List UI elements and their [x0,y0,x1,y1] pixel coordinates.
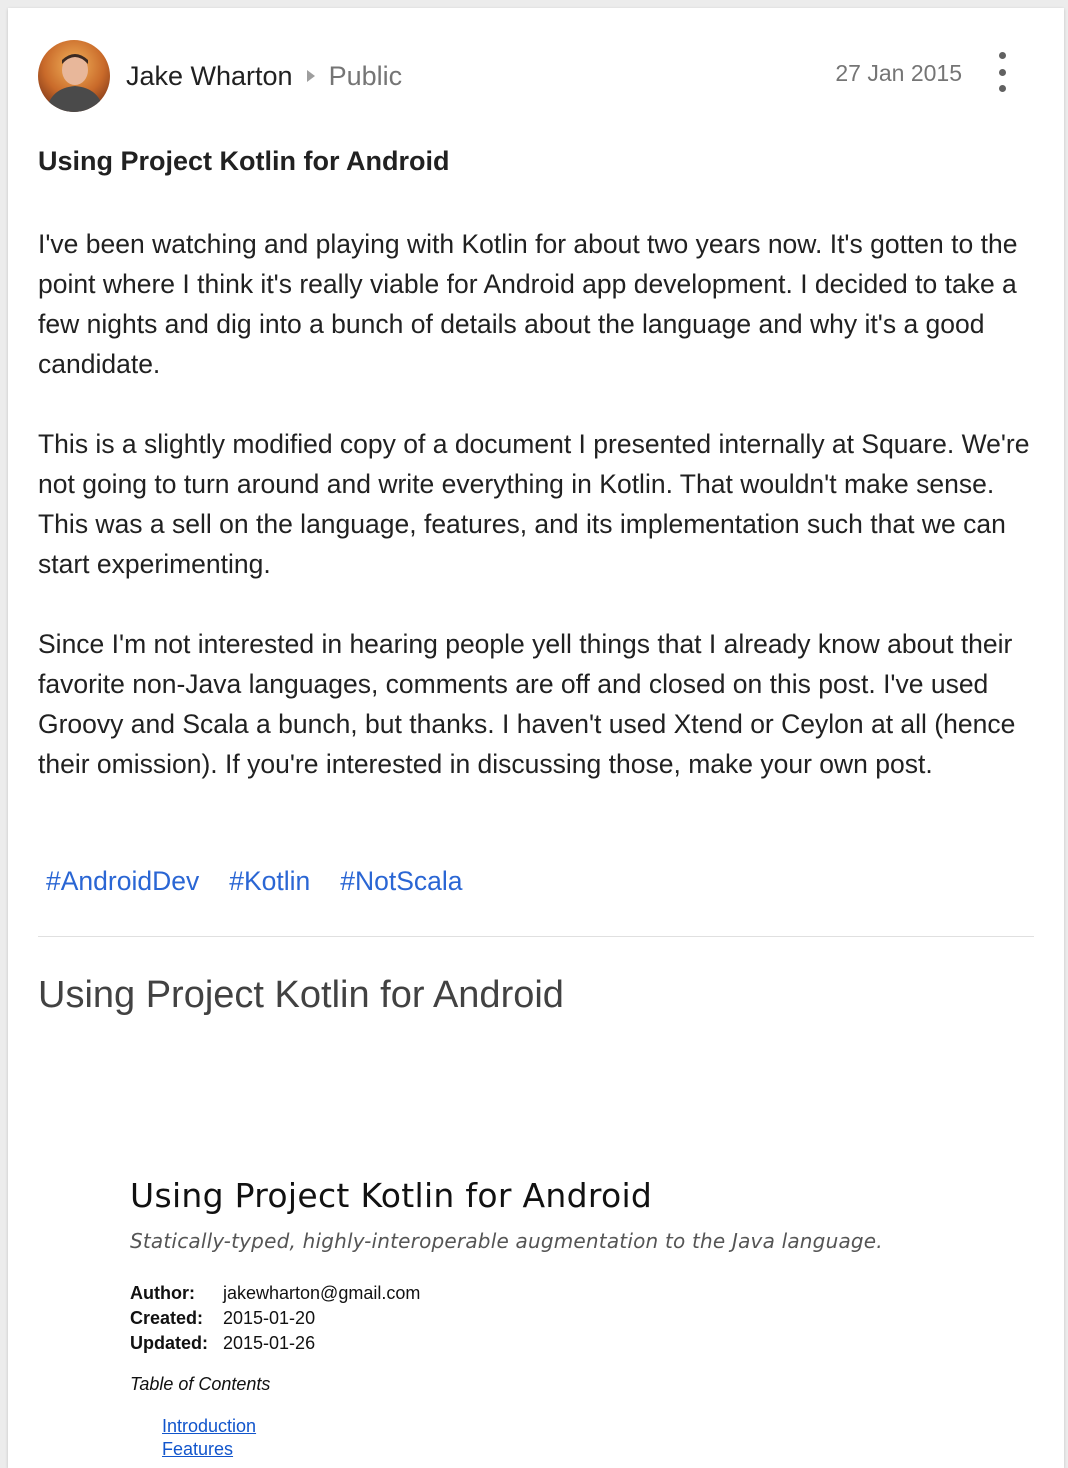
hashtag-link[interactable]: #NotScala [332,866,462,897]
avatar[interactable] [38,40,110,112]
caret-right-icon [306,70,315,82]
post-body: I've been watching and playing with Kotl… [38,224,1038,824]
post-date[interactable]: 27 Jan 2015 [835,60,962,87]
hashtag-link[interactable]: #AndroidDev [38,866,199,897]
divider [38,936,1034,937]
doc-meta-row: Author: jakewharton@gmail.com [130,1281,1030,1306]
post-header: Jake Wharton Public 27 Jan 2015 [8,8,1064,138]
hashtag-link[interactable]: #Kotlin [221,866,310,897]
more-dot [998,52,1006,59]
post-paragraph: Since I'm not interested in hearing peop… [38,629,1016,779]
author-row: Jake Wharton Public [126,58,402,94]
doc-subtitle: Statically-typed, highly-interoperable a… [130,1229,883,1253]
doc-meta-value: 2015-01-26 [223,1333,316,1353]
doc-meta-row: Created: 2015-01-20 [130,1306,1030,1331]
link-preview-title[interactable]: Using Project Kotlin for Android [38,974,564,1017]
doc-meta-value: 2015-01-20 [223,1308,316,1328]
doc-meta-label: Author: [130,1283,195,1303]
toc-list: Introduction Features [162,1415,1030,1461]
audience-label[interactable]: Public [329,61,403,92]
doc-meta-label: Created: [130,1308,204,1328]
post-paragraph: I've been watching and playing with Kotl… [38,229,1018,379]
more-dot [998,85,1006,92]
author-name[interactable]: Jake Wharton [126,61,293,92]
document-preview[interactable]: Using Project Kotlin for Android Statica… [130,1176,1030,1461]
doc-title: Using Project Kotlin for Android [130,1176,653,1215]
toc-link[interactable]: Features [162,1438,1030,1461]
more-dot [998,68,1006,76]
post-title: Using Project Kotlin for Android [38,146,450,176]
doc-meta-label: Updated: [130,1333,208,1353]
toc-title: Table of Contents [130,1374,271,1394]
post-paragraph: This is a slightly modified copy of a do… [38,429,1030,579]
post-card: Jake Wharton Public 27 Jan 2015 Using Pr… [8,8,1064,1468]
more-vert-icon[interactable] [990,52,1014,92]
toc-link[interactable]: Introduction [162,1415,1030,1438]
doc-meta-value: jakewharton@gmail.com [223,1283,421,1303]
hashtags: #AndroidDev #Kotlin #NotScala [38,866,463,897]
doc-meta: Author: jakewharton@gmail.com Created: 2… [130,1281,1030,1356]
doc-meta-row: Updated: 2015-01-26 [130,1331,1030,1356]
